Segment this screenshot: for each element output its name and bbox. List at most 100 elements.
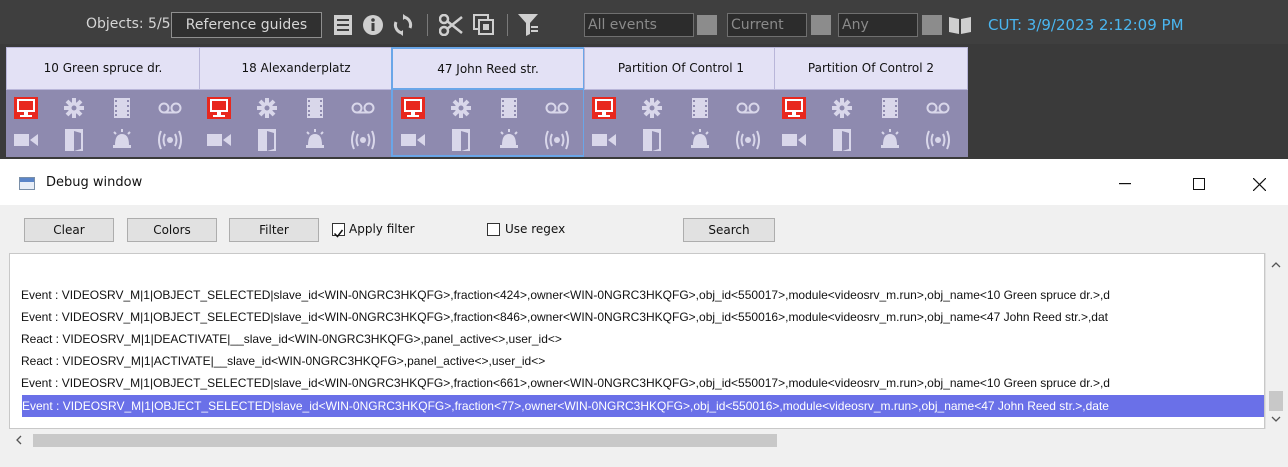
- log-line-selected[interactable]: Event : VIDEOSRV_M|1|OBJECT_SELECTED|sla…: [22, 395, 1264, 417]
- door-icon[interactable]: [247, 125, 287, 155]
- current-checkbox[interactable]: [811, 15, 831, 35]
- current-field[interactable]: Current: [727, 13, 807, 37]
- film-strip-icon[interactable]: [870, 93, 910, 123]
- panel-partition-1[interactable]: Partition Of Control 1: [584, 47, 778, 159]
- radio-signal-icon[interactable]: [343, 125, 383, 155]
- horizontal-scroll-thumb[interactable]: [33, 434, 777, 447]
- objects-count: Objects: 5/5: [86, 16, 171, 32]
- film-strip-icon[interactable]: [489, 93, 529, 123]
- apply-filter-checkbox[interactable]: [332, 223, 345, 238]
- panel-title[interactable]: 10 Green spruce dr.: [6, 47, 200, 90]
- log-line[interactable]: Event : VIDEOSRV_M|1|OBJECT_SELECTED|sla…: [21, 306, 1108, 328]
- panel-body: [391, 90, 585, 157]
- window-icon: [19, 177, 35, 190]
- gear-icon[interactable]: [822, 93, 862, 123]
- any-checkbox[interactable]: [922, 15, 942, 35]
- film-strip-icon[interactable]: [102, 93, 142, 123]
- debug-titlebar[interactable]: Debug window: [0, 159, 1288, 205]
- gear-icon[interactable]: [247, 93, 287, 123]
- panel-body: [584, 90, 778, 157]
- events-filter-checkbox[interactable]: [697, 15, 717, 35]
- alarm-bell-icon[interactable]: [489, 125, 529, 155]
- video-camera-icon[interactable]: [6, 125, 46, 155]
- monitor-alert-icon[interactable]: [199, 93, 239, 123]
- scroll-corner: [1265, 429, 1285, 451]
- log-line[interactable]: Event : VIDEOSRV_M|1|OBJECT_SELECTED|sla…: [21, 284, 1110, 306]
- monitor-alert-icon[interactable]: [774, 93, 814, 123]
- monitor-alert-icon[interactable]: [393, 93, 433, 123]
- colors-button[interactable]: Colors: [127, 218, 217, 242]
- close-button[interactable]: [1236, 169, 1282, 199]
- use-regex-label[interactable]: Use regex: [505, 222, 565, 236]
- radio-signal-icon[interactable]: [537, 125, 577, 155]
- panel-title[interactable]: Partition Of Control 1: [584, 47, 778, 90]
- monitor-alert-icon[interactable]: [584, 93, 624, 123]
- log-line[interactable]: React : VIDEOSRV_M|1|DEACTIVATE|__slave_…: [21, 328, 562, 350]
- gear-icon[interactable]: [441, 93, 481, 123]
- voicemail-icon[interactable]: [150, 93, 190, 123]
- voicemail-icon[interactable]: [728, 93, 768, 123]
- log-line[interactable]: React : VIDEOSRV_M|1|ACTIVATE|__slave_id…: [21, 350, 545, 372]
- scissors-icon[interactable]: [436, 12, 466, 38]
- list-icon[interactable]: [331, 12, 355, 38]
- use-regex-checkbox[interactable]: [487, 223, 500, 236]
- events-filter-field[interactable]: All events: [584, 13, 694, 37]
- panel-title[interactable]: Partition Of Control 2: [774, 47, 968, 90]
- cut-timestamp: CUT: 3/9/2023 2:12:09 PM: [988, 16, 1184, 34]
- door-icon[interactable]: [632, 125, 672, 155]
- filter-funnel-icon[interactable]: [514, 12, 542, 38]
- horizontal-scrollbar[interactable]: [9, 429, 1265, 451]
- video-camera-icon[interactable]: [199, 125, 239, 155]
- vertical-scrollbar[interactable]: [1265, 253, 1285, 429]
- book-icon[interactable]: [947, 12, 973, 38]
- clear-button[interactable]: Clear: [24, 218, 114, 242]
- alarm-bell-icon[interactable]: [870, 125, 910, 155]
- minimize-button[interactable]: [1102, 169, 1148, 199]
- maximize-button[interactable]: [1176, 169, 1222, 199]
- panel-body: [199, 90, 393, 157]
- panel-18-alexanderplatz[interactable]: 18 Alexanderplatz: [199, 47, 393, 159]
- alarm-bell-icon[interactable]: [680, 125, 720, 155]
- door-icon[interactable]: [54, 125, 94, 155]
- log-line[interactable]: Event : VIDEOSRV_M|1|OBJECT_SELECTED|sla…: [21, 372, 1110, 394]
- vertical-scroll-thumb[interactable]: [1269, 391, 1283, 411]
- panel-47-john-reed[interactable]: 47 John Reed str.: [391, 47, 585, 159]
- gear-icon[interactable]: [54, 93, 94, 123]
- monitor-alert-icon[interactable]: [6, 93, 46, 123]
- voicemail-icon[interactable]: [343, 93, 383, 123]
- voicemail-icon[interactable]: [537, 93, 577, 123]
- debug-window: Debug window Clear Colors Filter Apply f…: [0, 159, 1288, 467]
- radio-signal-icon[interactable]: [918, 125, 958, 155]
- film-strip-icon[interactable]: [680, 93, 720, 123]
- window-title: Debug window: [46, 175, 143, 190]
- panel-partition-2[interactable]: Partition Of Control 2: [774, 47, 968, 159]
- search-button[interactable]: Search: [683, 218, 775, 242]
- alarm-bell-icon[interactable]: [102, 125, 142, 155]
- door-icon[interactable]: [822, 125, 862, 155]
- reference-guides-button[interactable]: Reference guides: [171, 12, 322, 38]
- alarm-bell-icon[interactable]: [295, 125, 335, 155]
- any-field[interactable]: Any: [838, 13, 918, 37]
- radio-signal-icon[interactable]: [728, 125, 768, 155]
- copy-windows-icon[interactable]: [470, 12, 498, 38]
- apply-filter-label[interactable]: Apply filter: [349, 222, 415, 236]
- video-camera-icon[interactable]: [584, 125, 624, 155]
- voicemail-icon[interactable]: [918, 93, 958, 123]
- video-camera-icon[interactable]: [393, 125, 433, 155]
- log-list[interactable]: Event : VIDEOSRV_M|1|OBJECT_SELECTED|sla…: [9, 253, 1265, 429]
- refresh-icon[interactable]: [390, 12, 416, 38]
- info-icon[interactable]: [361, 12, 385, 38]
- radio-signal-icon[interactable]: [150, 125, 190, 155]
- panel-10-green-spruce[interactable]: 10 Green spruce dr.: [6, 47, 200, 159]
- film-strip-icon[interactable]: [295, 93, 335, 123]
- panel-body: [774, 90, 968, 157]
- video-camera-icon[interactable]: [774, 125, 814, 155]
- panel-title[interactable]: 47 John Reed str.: [391, 47, 585, 90]
- maximize-icon: [1193, 178, 1205, 190]
- gear-icon[interactable]: [632, 93, 672, 123]
- door-icon[interactable]: [441, 125, 481, 155]
- close-icon: [1252, 177, 1266, 191]
- minimize-icon: [1119, 183, 1131, 185]
- panel-title[interactable]: 18 Alexanderplatz: [199, 47, 393, 90]
- filter-button[interactable]: Filter: [229, 218, 319, 242]
